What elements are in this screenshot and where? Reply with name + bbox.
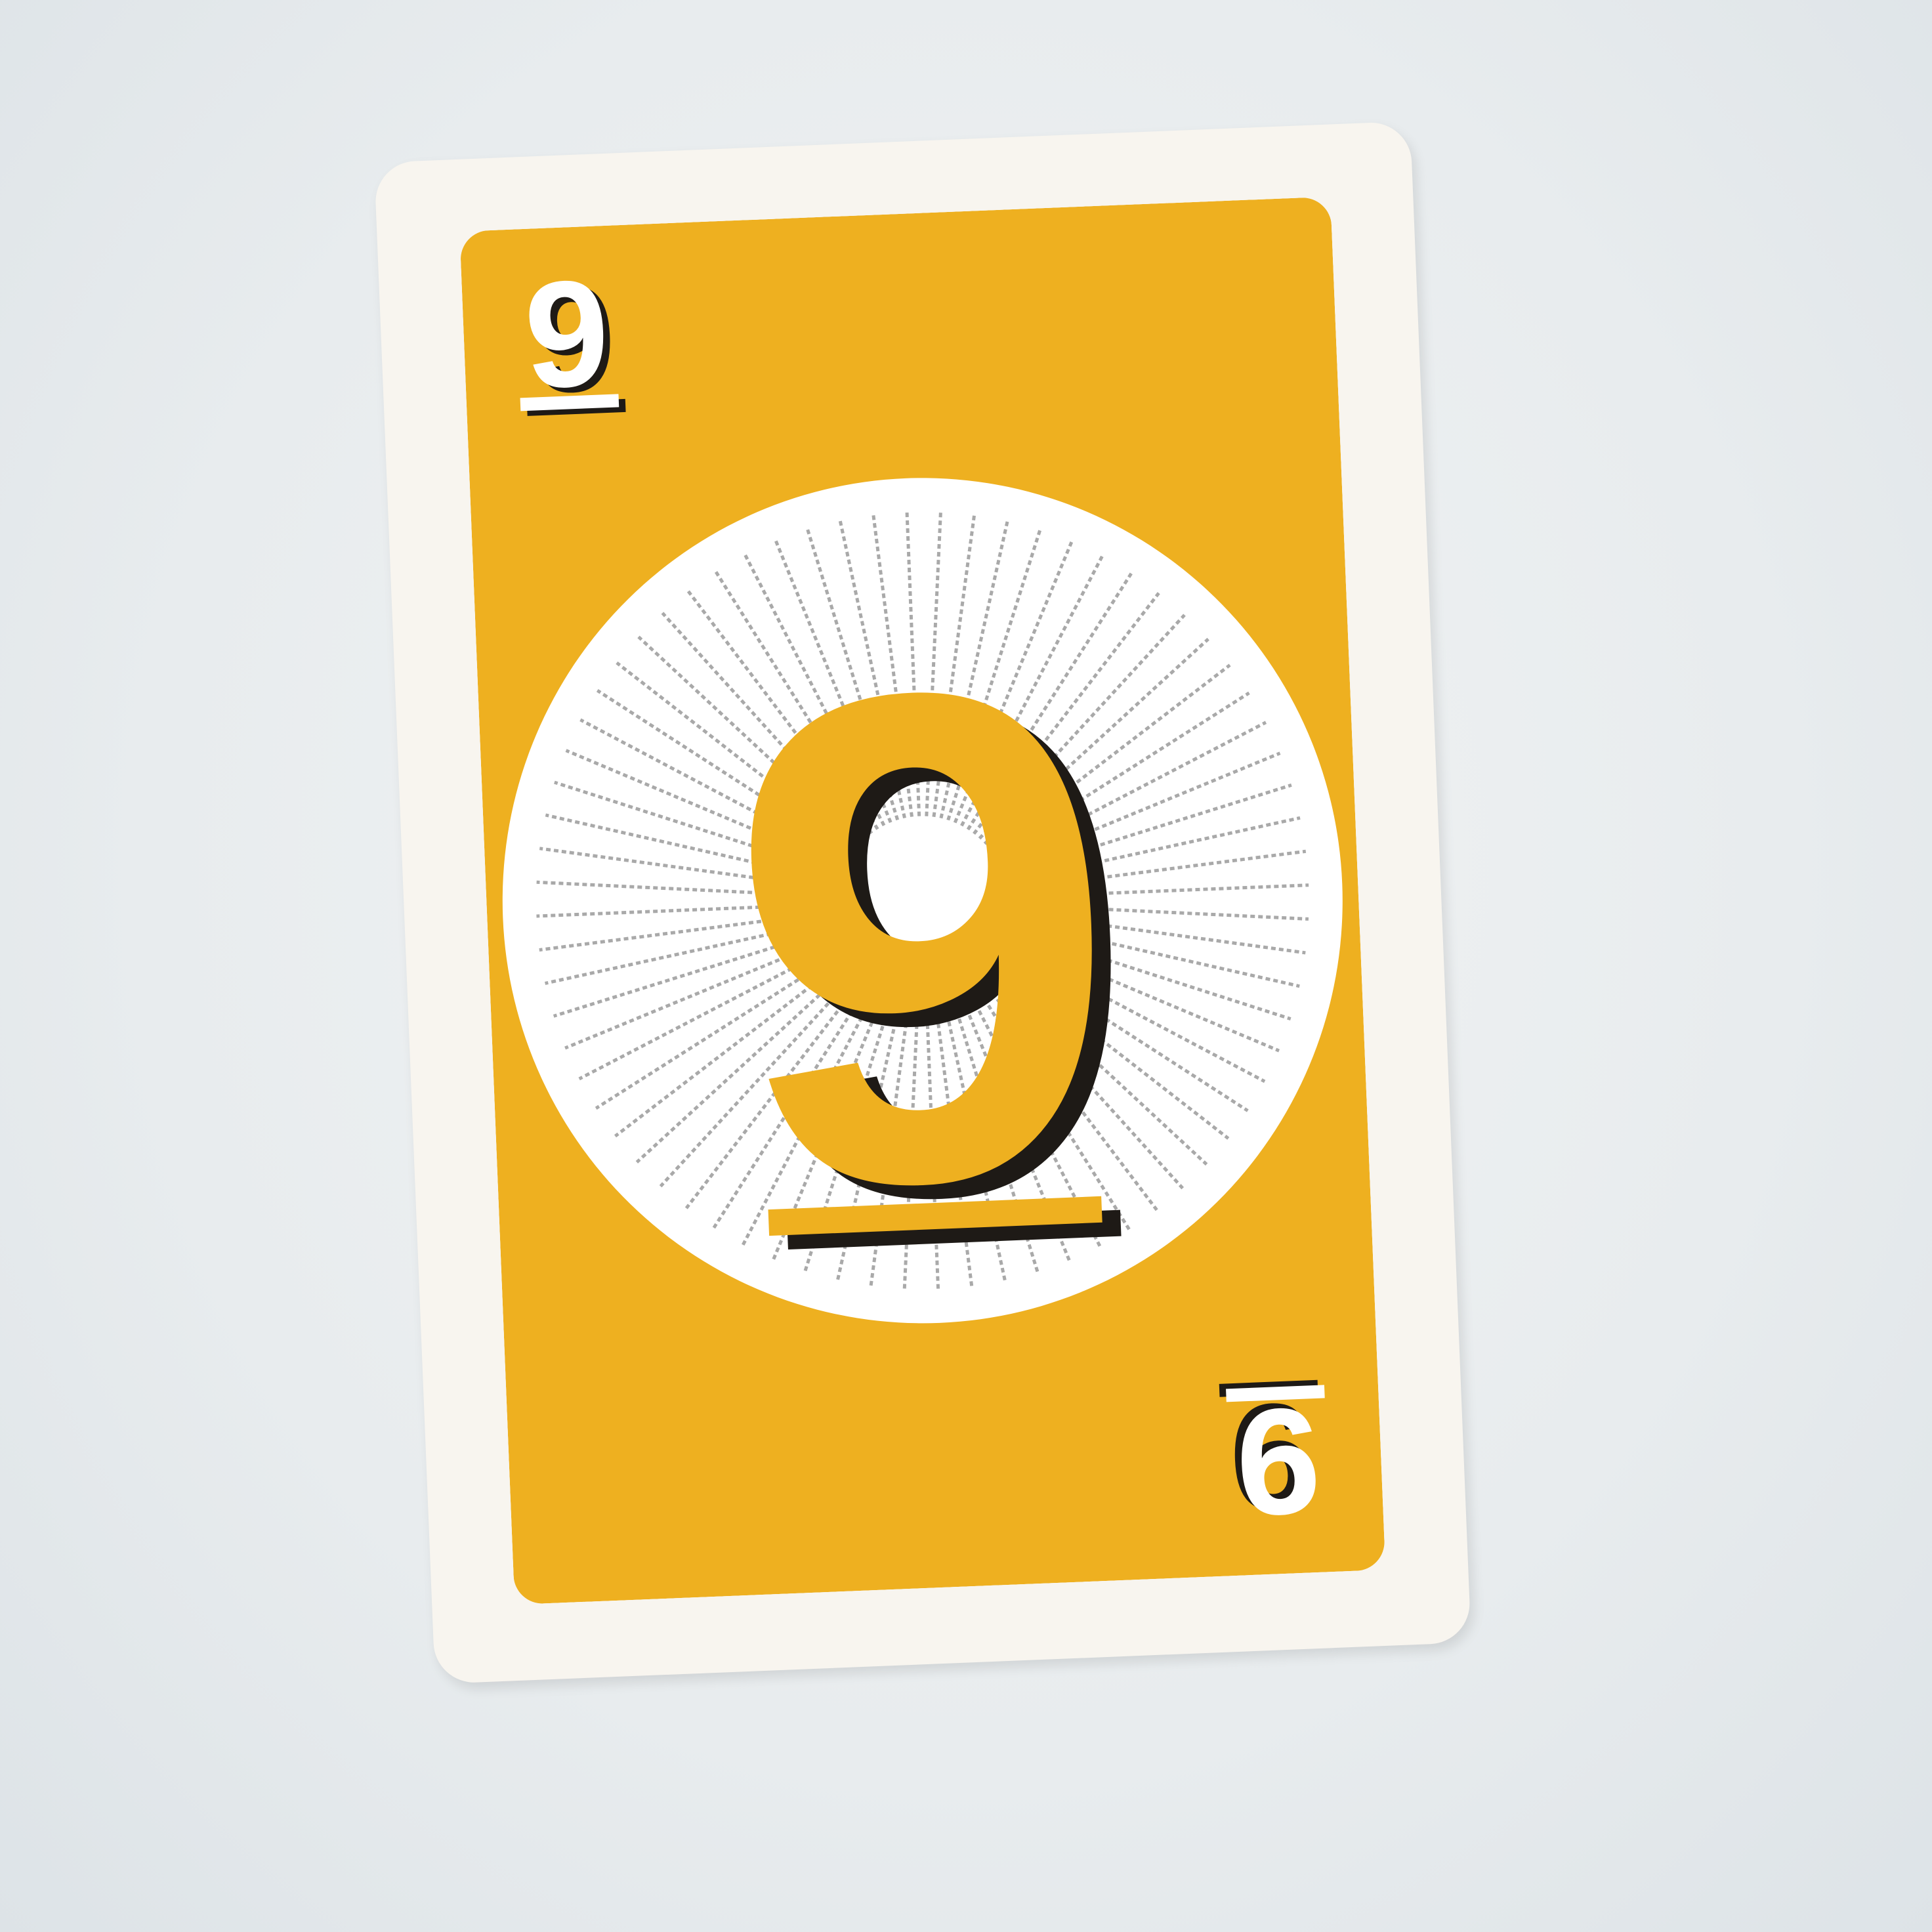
playing-card[interactable]: 9 9 9 9 9 9 — [374, 121, 1471, 1685]
scene: 9 9 9 9 9 9 — [0, 0, 1932, 1932]
corner-index-bottom-right: 9 9 — [1219, 1371, 1325, 1538]
corner-index-top-left: 9 9 — [520, 259, 626, 425]
card-face: 9 9 9 9 9 9 — [459, 196, 1386, 1605]
